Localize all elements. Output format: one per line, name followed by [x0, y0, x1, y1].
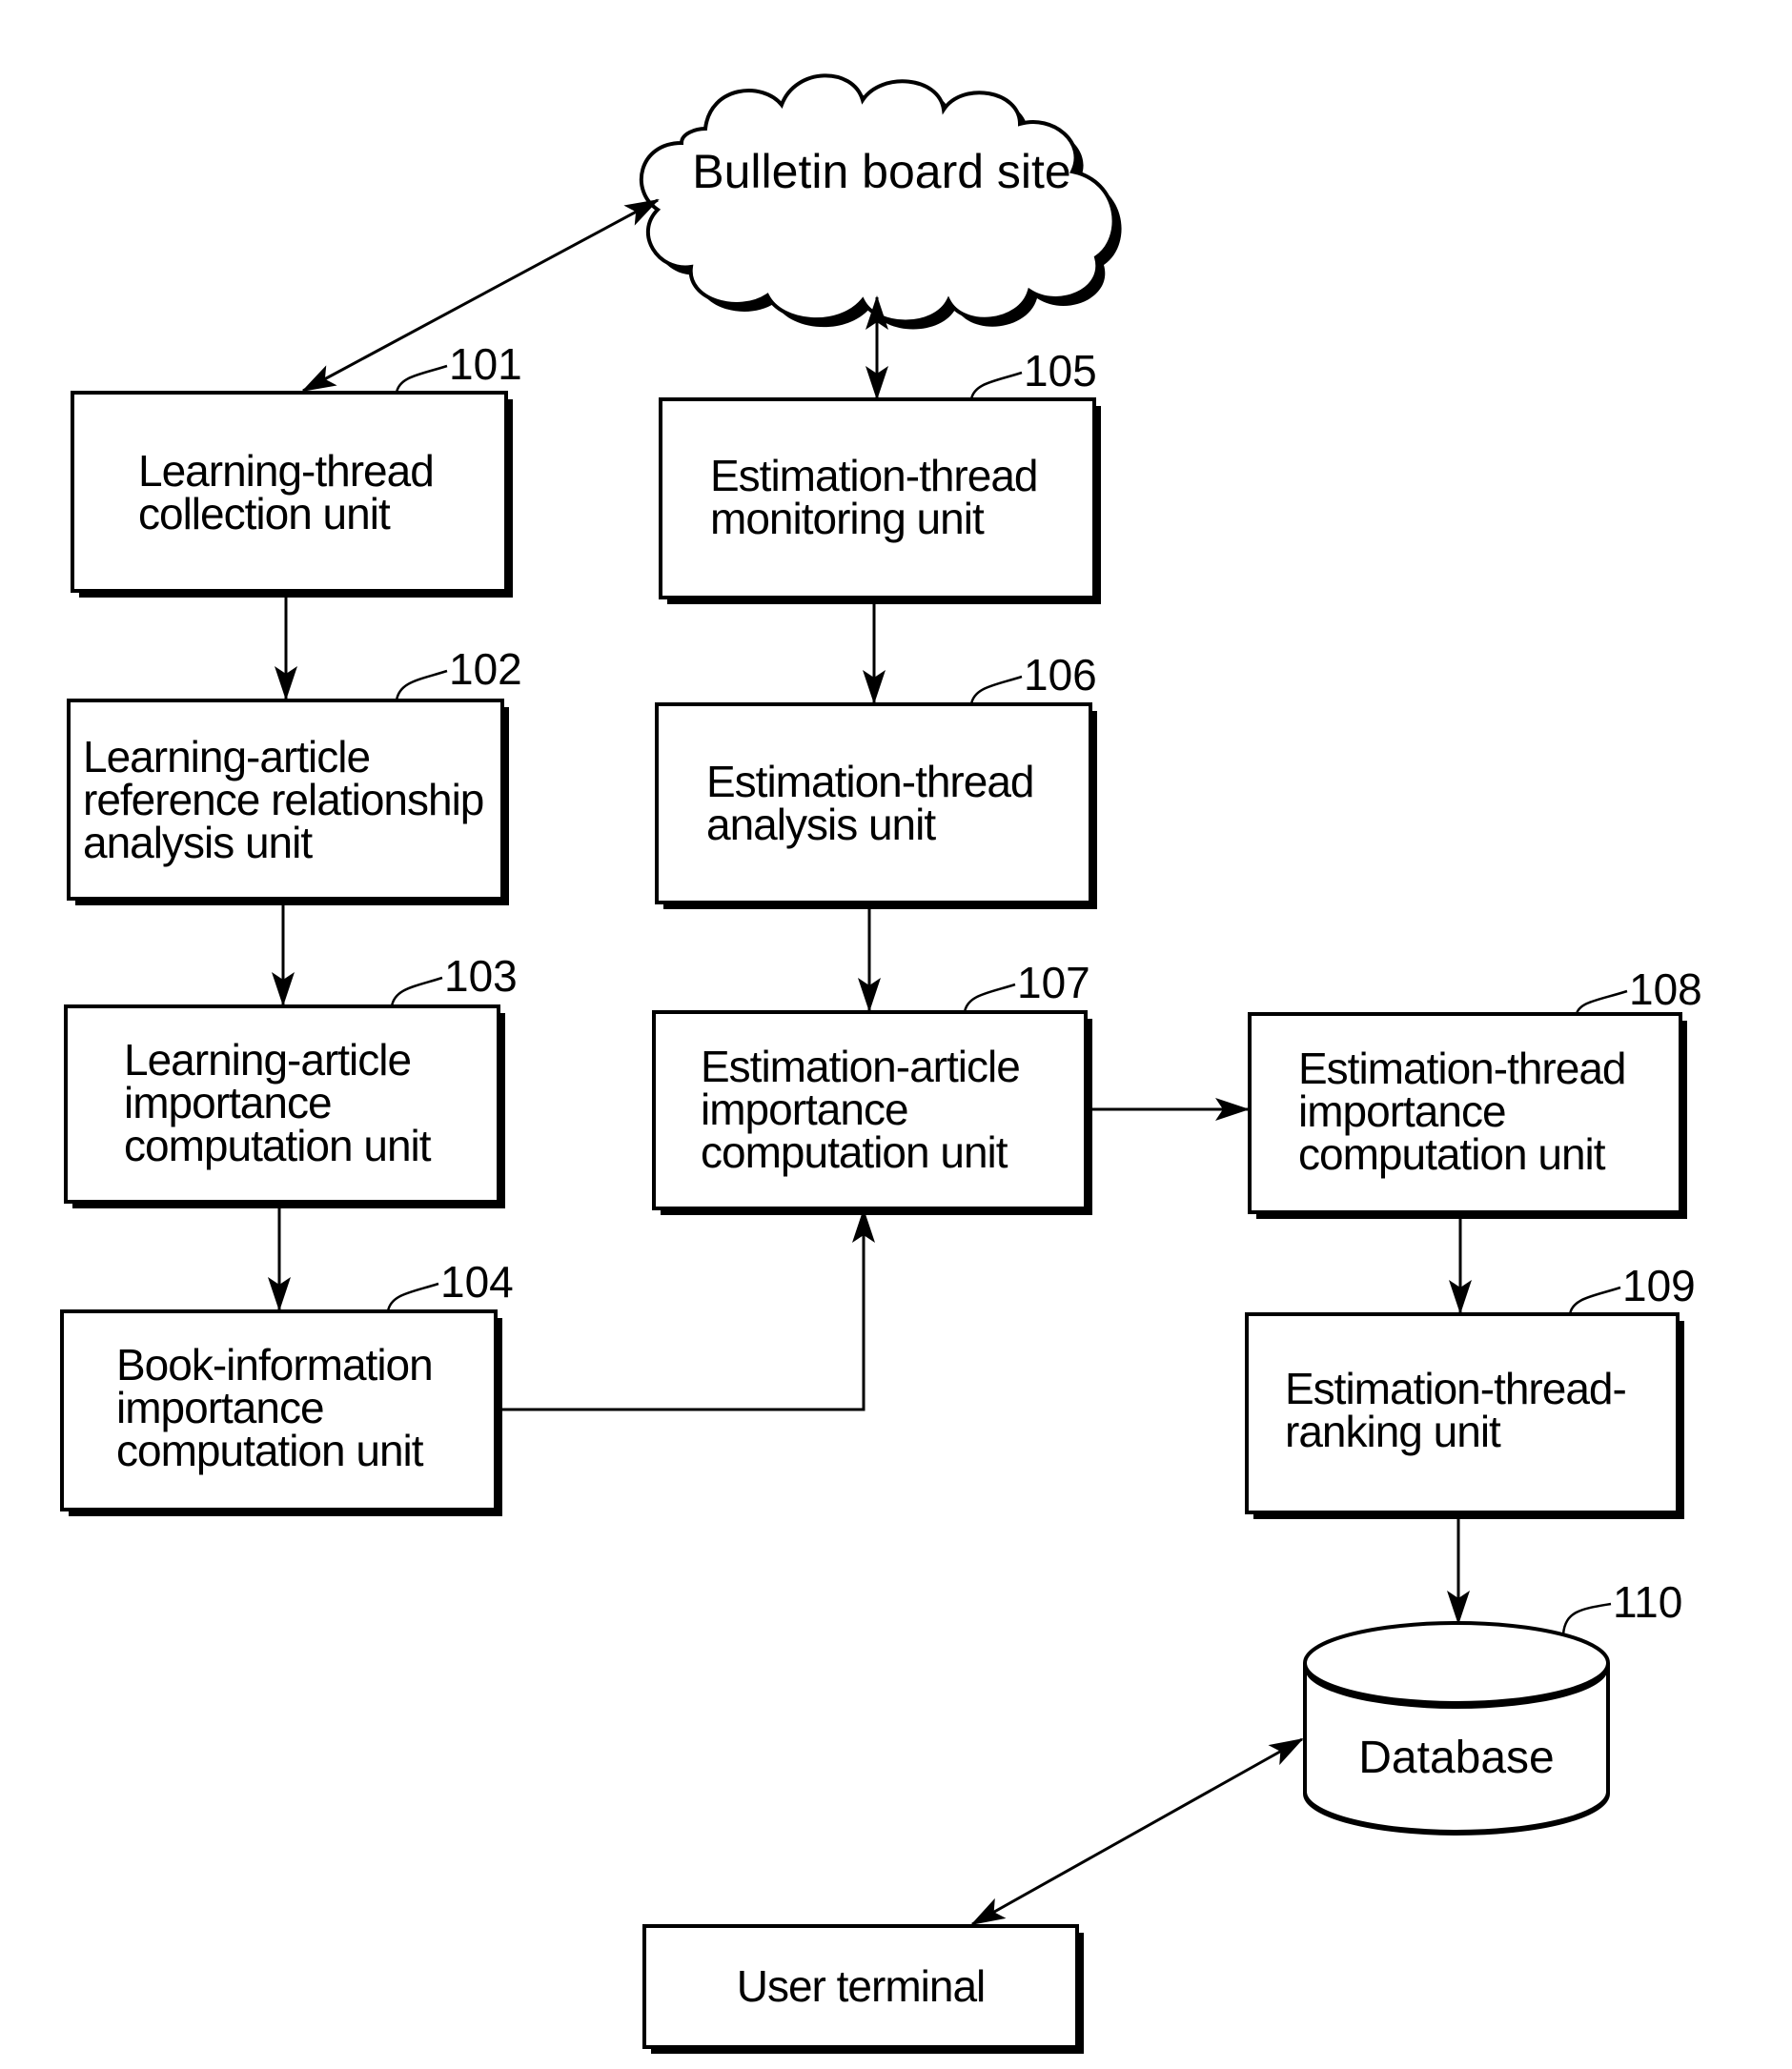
block-label-line: computation unit	[124, 1121, 432, 1170]
ref-number-108: 108	[1629, 964, 1702, 1014]
user-terminal-label: User terminal	[737, 1961, 986, 2011]
block-b103: Learning-articleimportancecomputation un…	[64, 951, 518, 1208]
block-label-line: computation unit	[1298, 1129, 1606, 1179]
ref-number-105: 105	[1024, 346, 1097, 396]
cloud-outline	[639, 73, 1116, 324]
block-diagram: Bulletin board site Learning-threadcolle…	[60, 73, 1702, 2054]
block-label-line: monitoring unit	[710, 494, 985, 543]
ref-leader	[395, 364, 448, 394]
block-label-line: computation unit	[701, 1127, 1008, 1177]
ref-leader	[969, 371, 1023, 400]
ref-leader	[390, 976, 443, 1007]
block-b102: Learning-articlereference relationshipan…	[67, 644, 522, 905]
database-label: Database	[1358, 1733, 1554, 1783]
ref-leader	[395, 669, 448, 701]
arrow-104-107	[498, 1208, 875, 1411]
ref-leader	[386, 1282, 439, 1312]
block-label-line: analysis unit	[83, 818, 313, 867]
block-b105: Estimation-threadmonitoring unit105	[659, 346, 1101, 604]
ref-number-109: 109	[1622, 1261, 1696, 1310]
ref-number-107: 107	[1017, 958, 1090, 1007]
ref-number-110: 110	[1613, 1577, 1682, 1627]
ref-number-102: 102	[449, 644, 522, 694]
block-user: User terminal	[642, 1924, 1084, 2054]
ref-leader	[963, 983, 1016, 1013]
database-top	[1303, 1621, 1610, 1705]
block-b104: Book-informationimportancecomputation un…	[60, 1257, 514, 1516]
ref-number-106: 106	[1024, 650, 1097, 700]
ref-number-104: 104	[440, 1257, 514, 1307]
ref-leader	[1575, 989, 1628, 1015]
block-b101: Learning-threadcollection unit101	[71, 339, 522, 598]
ref-leader-110	[1561, 1602, 1612, 1635]
block-label-line: analysis unit	[706, 800, 936, 849]
block-label-line: computation unit	[116, 1426, 424, 1475]
bulletin-board-site-cloud: Bulletin board site	[639, 73, 1122, 330]
ref-number-101: 101	[449, 339, 522, 389]
ref-leader	[1568, 1286, 1621, 1315]
database-110: Database 110	[1303, 1577, 1682, 1836]
block-b109: Estimation-thread-ranking unit109	[1245, 1261, 1696, 1519]
block-label-line: collection unit	[138, 489, 391, 538]
block-b106: Estimation-threadanalysis unit106	[655, 650, 1097, 909]
cloud-label: Bulletin board site	[692, 145, 1070, 198]
block-b108: Estimation-threadimportancecomputation u…	[1248, 964, 1702, 1219]
ref-leader	[969, 675, 1023, 705]
block-b107: Estimation-articleimportancecomputation …	[652, 958, 1092, 1215]
ref-number-103: 103	[444, 951, 518, 1001]
block-label-line: ranking unit	[1285, 1407, 1501, 1456]
arrow-db-user	[970, 1737, 1304, 1926]
